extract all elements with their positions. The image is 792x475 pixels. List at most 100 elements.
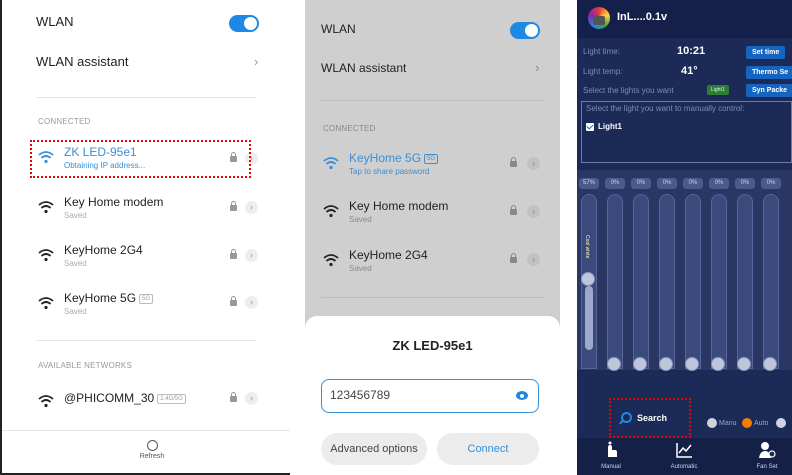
hand-icon bbox=[608, 441, 617, 457]
nav-fan-set[interactable]: Fan Set bbox=[747, 441, 787, 470]
channel-slider[interactable] bbox=[685, 194, 701, 371]
channel-percent: 0% bbox=[657, 178, 677, 189]
light-temp-label: Light temp: bbox=[583, 67, 623, 76]
network-name: KeyHome 5G bbox=[349, 151, 422, 165]
mode-label: Auto bbox=[754, 419, 769, 427]
password-field[interactable] bbox=[321, 379, 539, 413]
lock-icon bbox=[510, 205, 517, 215]
network-name: KeyHome 2G4 bbox=[349, 248, 428, 262]
network-item-phicomm[interactable]: @PHICOMM_30 2.4G/5G bbox=[38, 388, 254, 420]
nav-manual[interactable]: Manual bbox=[591, 441, 631, 470]
radio-icon bbox=[776, 418, 786, 428]
slider-knob[interactable] bbox=[607, 357, 621, 371]
channel-percent: 0% bbox=[605, 178, 625, 189]
band-badge: 2.4G/5G bbox=[157, 393, 186, 404]
network-item-key-home-modem[interactable]: Key Home modem Saved bbox=[38, 194, 254, 226]
screenshot-root: WLAN WLAN assistant › CONNECTED ZK LED-9… bbox=[0, 0, 792, 475]
connect-button[interactable]: Connect bbox=[437, 433, 539, 465]
wifi-icon bbox=[323, 254, 339, 267]
wlan-toggle[interactable] bbox=[510, 22, 540, 39]
channel-slider[interactable] bbox=[737, 194, 753, 371]
wlan-assistant-label: WLAN assistant bbox=[36, 54, 129, 69]
chevron-right-icon[interactable]: › bbox=[527, 205, 540, 218]
slider-knob[interactable] bbox=[581, 271, 595, 286]
manual-light-list: Select the light you want to manually co… bbox=[581, 101, 792, 163]
lock-icon bbox=[230, 249, 237, 259]
refresh-label: Refresh bbox=[139, 453, 165, 460]
slider-knob[interactable] bbox=[711, 357, 725, 371]
chevron-right-icon: › bbox=[535, 60, 540, 75]
channel-slider[interactable] bbox=[659, 194, 675, 371]
mode-auto[interactable]: Auto bbox=[742, 418, 768, 428]
radio-icon bbox=[742, 418, 752, 428]
network-item-keyhome-2g4[interactable]: KeyHome 2G4 Saved bbox=[323, 247, 542, 279]
wifi-icon bbox=[323, 205, 339, 218]
divider bbox=[2, 430, 290, 431]
network-name-wrap: @PHICOMM_30 2.4G/5G bbox=[64, 391, 186, 405]
slider-knob[interactable] bbox=[763, 357, 777, 371]
network-item-keyhome-2g4[interactable]: KeyHome 2G4 Saved bbox=[38, 242, 254, 274]
highlight-box bbox=[30, 140, 251, 178]
light-time-value: 10:21 bbox=[677, 45, 706, 57]
channel-sliders: 57% Cool white 0% 0% 0% 0% 0% 0% 0% bbox=[577, 170, 792, 371]
divider bbox=[36, 340, 256, 341]
channel-slider[interactable] bbox=[763, 194, 779, 371]
slider-knob[interactable] bbox=[659, 357, 673, 371]
network-status: Saved bbox=[64, 211, 87, 220]
network-name: Key Home modem bbox=[64, 195, 164, 209]
light1-label: Light1 bbox=[598, 122, 622, 131]
light1-checkbox[interactable] bbox=[586, 123, 594, 131]
light-temp-value: 41° bbox=[681, 65, 698, 77]
divider bbox=[321, 100, 544, 101]
password-input[interactable] bbox=[330, 388, 500, 402]
slider-knob[interactable] bbox=[737, 357, 751, 371]
wlan-row[interactable]: WLAN bbox=[36, 14, 256, 29]
chevron-right-icon[interactable]: › bbox=[245, 201, 258, 214]
set-time-button[interactable]: Set time bbox=[746, 46, 786, 59]
chevron-right-icon[interactable]: › bbox=[245, 392, 258, 405]
dialog-title: ZK LED-95e1 bbox=[392, 338, 473, 353]
syn-packet-button[interactable]: Syn Packe bbox=[746, 84, 792, 97]
network-status: Saved bbox=[64, 307, 87, 316]
chevron-right-icon: › bbox=[254, 54, 259, 69]
channel-slider[interactable] bbox=[633, 194, 649, 371]
wlan-toggle[interactable] bbox=[229, 15, 259, 32]
network-name-wrap: KeyHome 5G 5G bbox=[64, 291, 154, 305]
device-name: InL....0.1v bbox=[617, 11, 668, 23]
mode-third[interactable] bbox=[776, 418, 788, 428]
slider-knob[interactable] bbox=[633, 357, 647, 371]
wifi-icon bbox=[323, 157, 339, 170]
chevron-right-icon[interactable]: › bbox=[245, 296, 258, 309]
thermo-set-button[interactable]: Thermo Se bbox=[746, 66, 792, 79]
nav-label: Manual bbox=[601, 464, 621, 470]
app-header: InL....0.1v bbox=[577, 0, 792, 38]
channel-slider[interactable] bbox=[607, 194, 623, 371]
channel-slider[interactable] bbox=[711, 194, 727, 371]
light-time-label: Light time: bbox=[583, 47, 620, 56]
advanced-options-button[interactable]: Advanced options bbox=[321, 433, 427, 465]
eye-icon[interactable] bbox=[516, 391, 528, 400]
chevron-right-icon[interactable]: › bbox=[527, 157, 540, 170]
light-tag[interactable]: Light1 bbox=[707, 85, 729, 95]
channel-label: Cool white bbox=[584, 235, 590, 259]
wlan-assistant-row[interactable]: WLAN assistant bbox=[321, 61, 544, 75]
chevron-right-icon[interactable]: › bbox=[245, 249, 258, 262]
lock-icon bbox=[230, 201, 237, 211]
refresh-button[interactable]: Refresh bbox=[132, 440, 172, 460]
wifi-icon bbox=[38, 249, 54, 262]
app-logo-icon bbox=[588, 7, 610, 29]
channel-slider[interactable]: Cool white bbox=[581, 194, 597, 369]
network-item-keyhome-5g[interactable]: KeyHome 5G 5G Saved bbox=[38, 290, 254, 322]
slider-knob[interactable] bbox=[685, 357, 699, 371]
channel-percent: 0% bbox=[631, 178, 651, 189]
network-name: KeyHome 2G4 bbox=[64, 243, 143, 257]
chevron-right-icon[interactable]: › bbox=[527, 253, 540, 266]
nav-automatic[interactable]: Automatic bbox=[659, 441, 709, 470]
network-name-wrap: KeyHome 5G 5G bbox=[349, 151, 439, 165]
network-status: Saved bbox=[349, 215, 372, 224]
wifi-icon bbox=[38, 395, 54, 408]
refresh-icon bbox=[146, 440, 158, 451]
mode-manu[interactable]: Manu bbox=[707, 418, 737, 428]
wlan-assistant-row[interactable]: WLAN assistant bbox=[36, 54, 256, 69]
network-name: Key Home modem bbox=[349, 199, 449, 213]
